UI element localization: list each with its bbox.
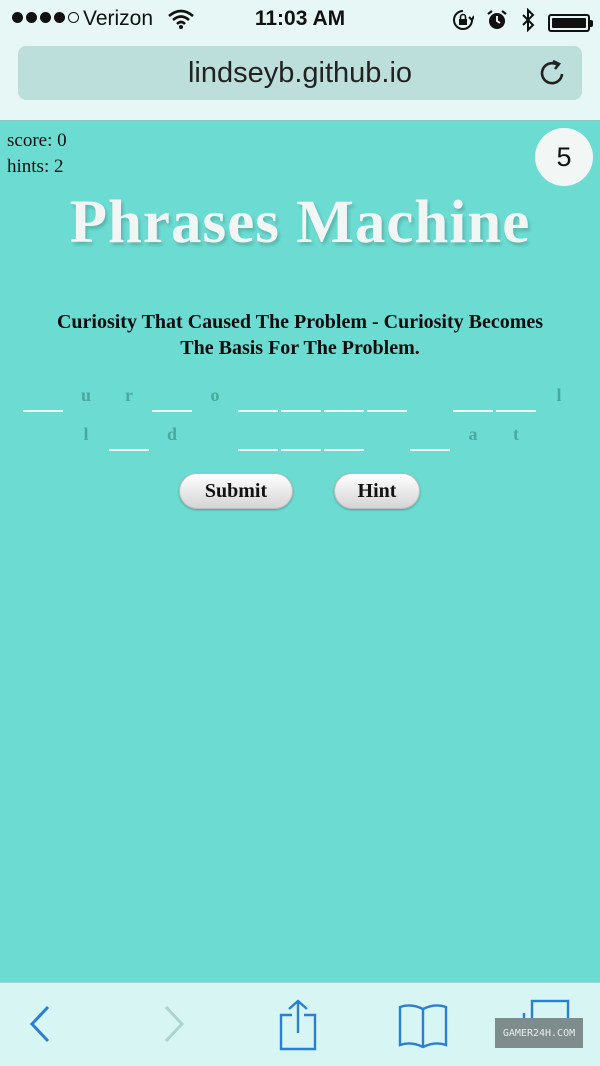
letter-blank[interactable] xyxy=(324,382,364,412)
alarm-icon xyxy=(486,9,508,37)
revealed-letter: t xyxy=(513,424,519,444)
page-title: Phrases Machine xyxy=(69,189,531,256)
revealed-letter: r xyxy=(125,385,133,405)
watermark: GAMER24H.COM xyxy=(495,1018,583,1048)
letter-blank[interactable] xyxy=(453,382,493,412)
reload-icon[interactable] xyxy=(538,58,568,88)
phrase-row: l d a t xyxy=(0,421,600,451)
letter-blank[interactable] xyxy=(281,382,321,412)
back-icon[interactable] xyxy=(26,999,56,1054)
letter-blank[interactable] xyxy=(238,421,278,451)
letter-blank[interactable] xyxy=(367,382,407,412)
url-text: lindseyb.github.io xyxy=(187,56,413,89)
letter-blank[interactable] xyxy=(496,382,536,412)
score-label: score: 0 xyxy=(7,130,67,151)
rotation-lock-icon xyxy=(452,9,475,37)
address-bar[interactable]: lindseyb.github.io xyxy=(18,46,582,100)
letter-blank[interactable] xyxy=(238,382,278,412)
letter-blank[interactable] xyxy=(410,421,450,451)
status-bar: Verizon 11:03 AM xyxy=(0,0,600,40)
revealed-letter: o xyxy=(210,385,220,405)
hints-label: hints: 2 xyxy=(7,156,64,177)
submit-button[interactable]: Submit xyxy=(179,473,293,509)
hint-button[interactable]: Hint xyxy=(334,473,420,509)
battery-icon xyxy=(548,14,593,32)
bluetooth-icon xyxy=(520,7,536,38)
clue-line: The Basis For The Problem. xyxy=(180,337,420,359)
clue-text: Curiosity That Caused The Problem - Curi… xyxy=(0,309,600,361)
phrase-row: u r o l xyxy=(0,382,600,412)
browser-chrome: Verizon 11:03 AM lindseyb.github.io xyxy=(0,0,600,121)
letter-blank[interactable] xyxy=(281,421,321,451)
revealed-letter: a xyxy=(468,424,478,444)
forward-icon[interactable] xyxy=(158,999,188,1054)
letter-blank[interactable] xyxy=(324,421,364,451)
revealed-letter: d xyxy=(166,424,177,444)
revealed-letter: l xyxy=(83,424,89,444)
share-icon[interactable] xyxy=(278,999,318,1056)
letter-blank[interactable] xyxy=(109,421,149,451)
bookmarks-icon[interactable] xyxy=(397,999,449,1056)
timer-badge: 5 xyxy=(535,128,593,186)
letter-blank[interactable] xyxy=(152,382,192,412)
clue-line: Curiosity That Caused The Problem - Curi… xyxy=(56,311,544,333)
revealed-letter: u xyxy=(80,385,91,405)
letter-blank[interactable] xyxy=(23,382,63,412)
revealed-letter: l xyxy=(556,385,562,405)
